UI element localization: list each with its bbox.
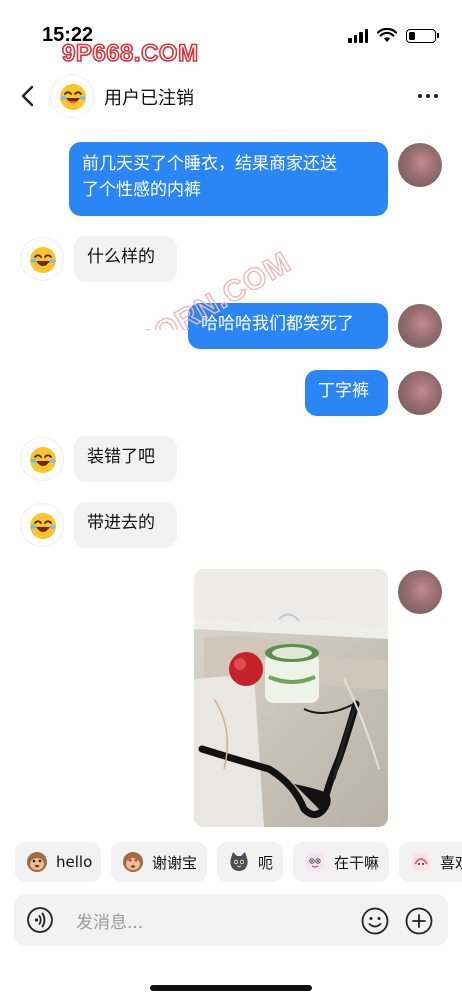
quick-reply-whatsup[interactable]: 在干嘛: [293, 842, 389, 882]
message-text-line: 前几天买了个睡衣，结果商家还送: [82, 154, 337, 174]
message-bubble-incoming[interactable]: 带进去的: [74, 502, 177, 548]
watermark-logo: 9P668.COM: [61, 39, 199, 68]
plus-icon[interactable]: [404, 906, 434, 936]
photo-content: [194, 569, 388, 827]
chat-title: 用户已注销: [104, 88, 194, 109]
monkey-heart-icon: [123, 852, 143, 872]
quick-reply-label: 喜欢: [440, 853, 462, 872]
message-bubble-outgoing[interactable]: 哈哈哈我们都笑死了: [188, 303, 388, 349]
contact-avatar[interactable]: [20, 503, 64, 547]
sticker-face-icon: [306, 853, 324, 871]
contact-avatar[interactable]: [20, 437, 64, 481]
message-text-line: 了个性感的内裤: [82, 180, 201, 200]
contact-avatar[interactable]: [50, 74, 94, 118]
emoji-icon[interactable]: [360, 906, 390, 936]
quick-reply-hello[interactable]: hello: [15, 842, 101, 882]
chat-header: 用户已注销: [0, 68, 462, 124]
sticker-pink-icon: [412, 853, 430, 871]
message-image[interactable]: [194, 569, 388, 827]
quick-reply-label: 在干嘛: [334, 853, 380, 872]
quick-reply-like[interactable]: 喜欢: [399, 842, 462, 882]
contact-avatar[interactable]: [20, 237, 64, 281]
my-avatar[interactable]: [398, 143, 442, 187]
home-indicator: [150, 985, 312, 991]
my-avatar[interactable]: [398, 304, 442, 348]
voice-icon[interactable]: [26, 906, 54, 934]
more-dots-icon[interactable]: [418, 94, 438, 98]
message-bubble-incoming[interactable]: 什么样的: [74, 236, 177, 282]
status-icons: [348, 28, 439, 43]
laughing-face-icon: [30, 247, 56, 273]
quick-reply-label: hello: [56, 853, 93, 871]
quick-reply-bar: hello 谢谢宝 呃 在干嘛 喜: [0, 842, 462, 884]
message-input-bar: 发消息...: [14, 894, 448, 946]
message-bubble-outgoing[interactable]: 前几天买了个睡衣，结果商家还送 了个性感的内裤: [69, 142, 388, 216]
my-avatar[interactable]: [398, 570, 442, 614]
quick-reply-label: 谢谢宝: [152, 853, 198, 872]
quick-reply-thanks[interactable]: 谢谢宝: [111, 842, 207, 882]
chevron-left-icon[interactable]: [14, 82, 42, 110]
cat-icon: [230, 852, 248, 871]
monkey-icon: [27, 852, 47, 872]
laughing-face-icon: [30, 513, 56, 539]
laughing-face-icon: [30, 447, 56, 473]
message-bubble-outgoing[interactable]: 丁字裤: [305, 370, 388, 416]
battery-icon: [406, 28, 439, 43]
quick-reply-uh[interactable]: 呃: [217, 842, 283, 882]
laughing-face-icon: [60, 84, 86, 110]
signal-icon: [348, 28, 368, 43]
quick-reply-label: 呃: [258, 853, 274, 872]
message-input[interactable]: 发消息...: [76, 908, 143, 933]
message-bubble-incoming[interactable]: 装错了吧: [74, 436, 177, 482]
wifi-icon: [377, 28, 397, 42]
my-avatar[interactable]: [398, 371, 442, 415]
status-bar: 15:22 9P668.COM: [0, 0, 462, 68]
